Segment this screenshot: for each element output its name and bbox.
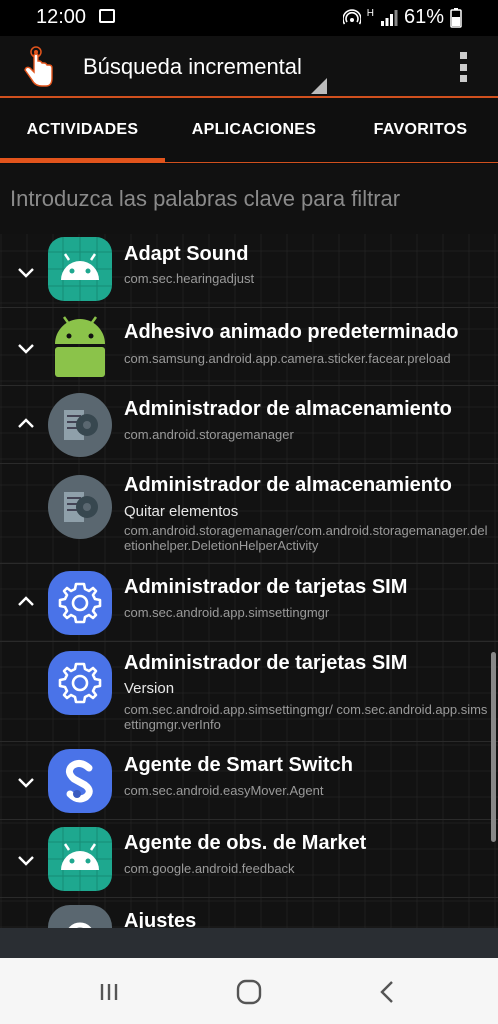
- item-package: com.sec.android.app.simsettingmgr: [124, 605, 330, 620]
- chevron-down-icon[interactable]: [16, 772, 36, 792]
- settings-gear-icon: [48, 571, 112, 635]
- search-mode-title[interactable]: Búsqueda incremental: [83, 54, 302, 80]
- chevron-down-icon[interactable]: [16, 338, 36, 358]
- activity-list[interactable]: Adapt Sound com.sec.hearingadjust Adhesi…: [0, 234, 498, 928]
- overflow-menu-button[interactable]: [460, 52, 468, 82]
- hand-pointer-logo-icon: [24, 46, 53, 87]
- list-item[interactable]: Adhesivo animado predeterminado com.sams…: [0, 308, 498, 386]
- chevron-up-icon[interactable]: [16, 414, 36, 434]
- item-name: Agente de obs. de Market: [124, 832, 367, 854]
- list-item[interactable]: Administrador de tarjetas SIM com.sec.an…: [0, 564, 498, 642]
- item-name: Adapt Sound: [124, 243, 249, 265]
- settings-gear-icon: [48, 905, 112, 928]
- item-name: Administrador de tarjetas SIM: [124, 652, 408, 674]
- android-icon: [48, 237, 112, 301]
- list-item[interactable]: Administrador de tarjetas SIM Version co…: [0, 642, 498, 742]
- item-package: com.android.storagemanager: [124, 427, 294, 442]
- list-item[interactable]: Agente de obs. de Market com.google.andr…: [0, 820, 498, 898]
- image-notification-icon: [99, 9, 115, 23]
- storage-gear-icon: [48, 475, 112, 539]
- smart-switch-icon: [48, 749, 112, 813]
- tab-actividades[interactable]: ACTIVIDADES: [0, 98, 165, 162]
- recent-apps-icon[interactable]: [93, 976, 125, 1008]
- item-name: Administrador de tarjetas SIM: [124, 576, 408, 598]
- item-activity: Quitar elementos: [124, 503, 239, 520]
- list-item[interactable]: Ajustes: [0, 898, 498, 928]
- hotspot-icon: [342, 8, 361, 24]
- signal-icon: [380, 9, 398, 26]
- android-icon: [48, 827, 112, 891]
- dropdown-triangle-icon[interactable]: [311, 78, 327, 94]
- item-name: Adhesivo animado predeterminado: [124, 321, 459, 343]
- app-bar: Búsqueda incremental: [0, 36, 498, 96]
- bottom-bar: [0, 928, 498, 958]
- item-name: Agente de Smart Switch: [124, 754, 353, 776]
- item-name: Ajustes: [124, 910, 197, 928]
- list-item[interactable]: Administrador de almacenamiento Quitar e…: [0, 464, 498, 564]
- list-scrollbar[interactable]: [491, 652, 496, 842]
- item-package: com.android.storagemanager/com.android.s…: [124, 523, 488, 553]
- search-bar: [0, 164, 498, 234]
- chevron-up-icon[interactable]: [16, 592, 36, 612]
- item-package: com.sec.android.app.simsettingmgr/ com.s…: [124, 702, 488, 732]
- network-type: H: [366, 8, 374, 19]
- chevron-down-icon[interactable]: [16, 262, 36, 282]
- list-item[interactable]: Agente de Smart Switch com.sec.android.e…: [0, 742, 498, 820]
- status-bar: 12:00 H 61%: [0, 0, 498, 36]
- chevron-down-icon[interactable]: [16, 850, 36, 870]
- status-time: 12:00: [36, 6, 87, 28]
- status-icons: H 61%: [342, 6, 462, 29]
- item-package: com.google.android.feedback: [124, 861, 295, 876]
- tab-favoritos[interactable]: FAVORITOS: [343, 98, 498, 162]
- storage-gear-icon: [48, 393, 112, 457]
- item-package: com.sec.hearingadjust: [124, 271, 255, 286]
- search-input[interactable]: [10, 182, 480, 216]
- battery-percent: 61%: [403, 6, 444, 28]
- tab-bar: ACTIVIDADES APLICACIONES FAVORITOS: [0, 98, 498, 162]
- list-item[interactable]: Administrador de almacenamiento com.andr…: [0, 386, 498, 464]
- settings-gear-icon: [48, 651, 112, 715]
- android-robot-icon: [55, 316, 105, 377]
- item-name: Administrador de almacenamiento: [124, 398, 452, 420]
- battery-icon: [450, 7, 462, 28]
- item-package: com.sec.android.easyMover.Agent: [124, 783, 324, 798]
- back-icon[interactable]: [372, 976, 404, 1008]
- tab-indicator: [0, 158, 165, 163]
- tab-aplicaciones[interactable]: APLICACIONES: [165, 98, 343, 162]
- system-nav-bar: [0, 958, 498, 1024]
- home-icon[interactable]: [233, 976, 265, 1008]
- item-name: Administrador de almacenamiento: [124, 474, 452, 496]
- list-item[interactable]: Adapt Sound com.sec.hearingadjust: [0, 234, 498, 308]
- item-activity: Version: [124, 680, 175, 697]
- item-package: com.samsung.android.app.camera.sticker.f…: [124, 351, 451, 366]
